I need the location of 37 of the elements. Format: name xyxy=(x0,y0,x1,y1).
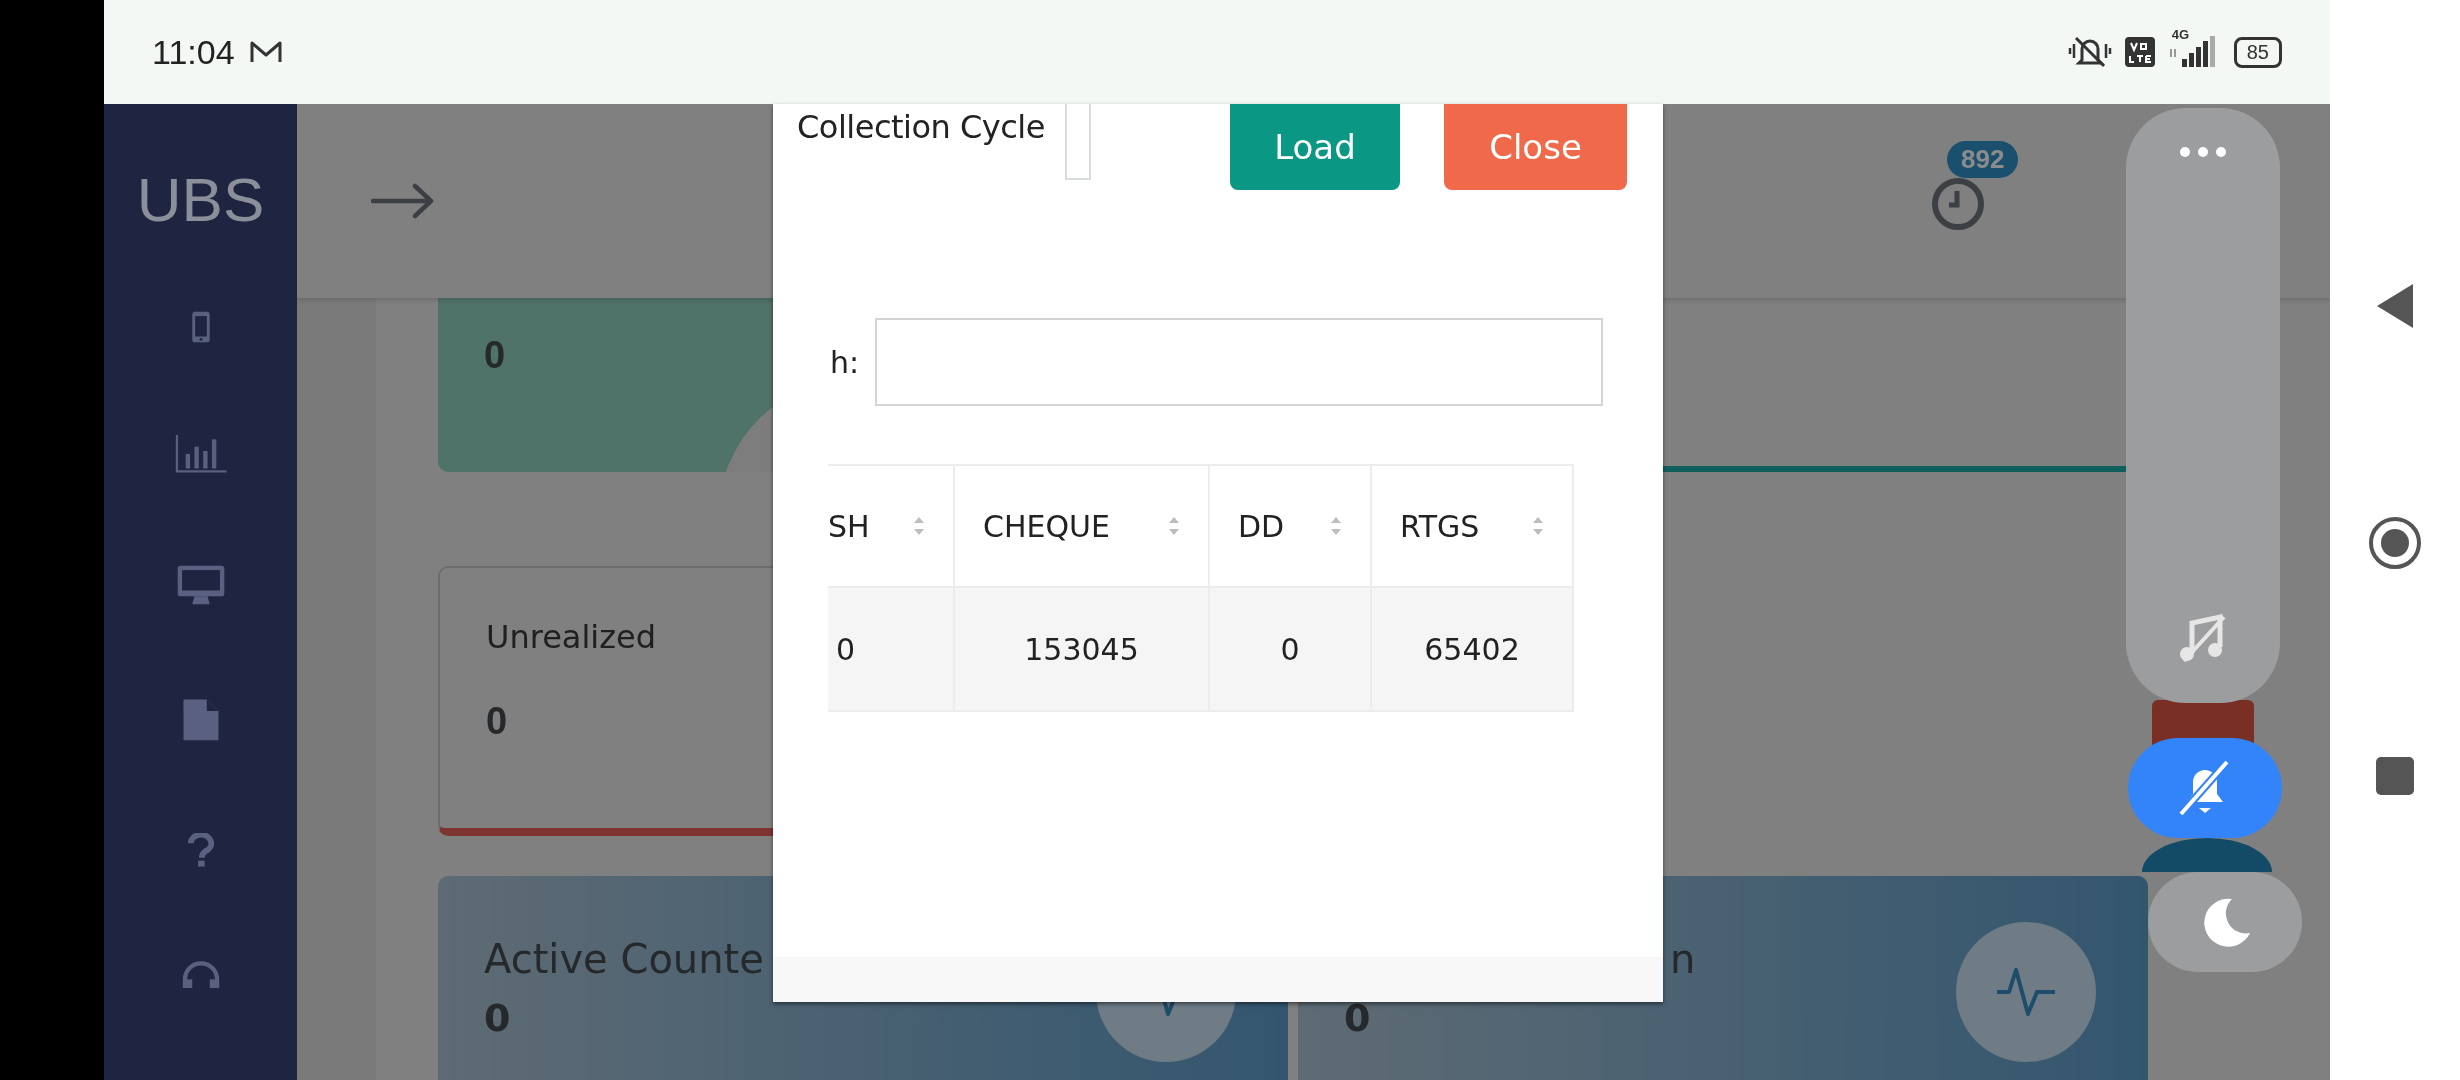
clock-time: 11:04 xyxy=(152,32,235,72)
volte-icon xyxy=(2123,36,2156,68)
field-label: Collection Cycle xyxy=(797,108,1045,146)
table-cell: 153045 xyxy=(953,588,1208,710)
card-title: n xyxy=(1669,936,1696,982)
card-title: Active Counte xyxy=(484,936,764,982)
table-cell-text: 0 xyxy=(835,630,857,669)
search-label: h: xyxy=(830,344,860,380)
table-cell: 65402 xyxy=(1370,588,1572,710)
mail-icon xyxy=(248,39,283,65)
network-type: 4G xyxy=(2171,27,2190,42)
pulse-icon xyxy=(1995,965,2057,1019)
card-value: 0 xyxy=(1344,996,1371,1040)
recents-icon[interactable] xyxy=(2375,756,2415,796)
battery-indicator: 85 xyxy=(2233,36,2282,68)
music-off-icon[interactable] xyxy=(2178,613,2228,663)
card-title: Unrealized xyxy=(486,618,657,656)
card-value: 0 xyxy=(486,700,508,743)
sort-icon[interactable] xyxy=(1532,516,1544,536)
input-field[interactable] xyxy=(1064,104,1091,180)
back-icon[interactable] xyxy=(2375,282,2415,330)
arrow-right-icon[interactable] xyxy=(371,183,435,219)
mute-icon xyxy=(2067,34,2112,70)
home-icon[interactable] xyxy=(2367,515,2423,571)
column-header[interactable]: SH xyxy=(828,466,953,586)
app-logo: UBS xyxy=(136,164,265,235)
card-value: 0 xyxy=(484,996,511,1040)
notification-badge: 892 xyxy=(1947,141,2019,178)
sort-icon[interactable] xyxy=(913,516,925,536)
sort-icon[interactable] xyxy=(1330,516,1342,536)
more-icon[interactable] xyxy=(2179,146,2227,158)
clock-icon[interactable] xyxy=(1931,177,1985,231)
search-field[interactable] xyxy=(875,318,1604,406)
action-button[interactable]: Load xyxy=(1230,104,1400,190)
table-cell: 0 xyxy=(1208,588,1370,710)
sort-icon[interactable] xyxy=(1168,516,1180,536)
card-value: 0 xyxy=(484,333,506,377)
